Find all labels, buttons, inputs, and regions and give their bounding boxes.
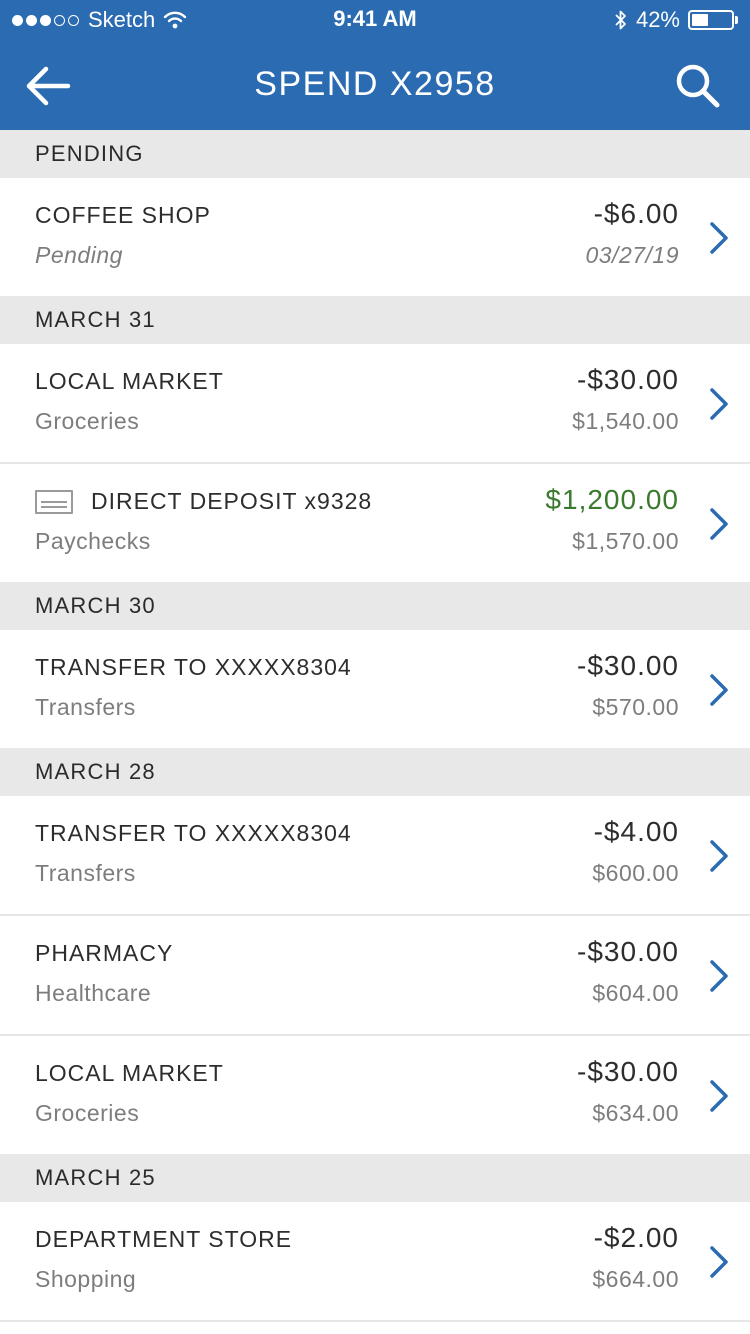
transaction-category: Transfers [35,694,136,720]
chevron-right-icon [710,960,728,992]
page-title: SPEND X2958 [254,65,496,103]
transaction-title: TRANSFER TO XXXXX8304 [35,820,352,846]
transaction-title: LOCAL MARKET [35,368,224,394]
transaction-row[interactable]: DIRECT DEPOSIT x9328 Paychecks $1,200.00… [0,464,750,582]
transaction-row[interactable]: DEPARTMENT STORE Shopping -$2.00 $664.00 [0,1202,750,1322]
section-header: MARCH 31 [0,296,750,344]
running-balance: $1,570.00 [572,528,679,554]
status-bar: Sketch 9:41 AM 42% [0,0,750,40]
section-header: MARCH 25 [0,1154,750,1202]
transaction-title: TRANSFER TO XXXXX8304 [35,654,352,680]
transaction-row[interactable]: TRANSFER TO XXXXX8304 Transfers -$4.00 $… [0,796,750,916]
chevron-right-icon [710,1246,728,1278]
chevron-right-icon [710,840,728,872]
running-balance: $570.00 [592,694,679,720]
chevron-right-icon [710,508,728,540]
section-header: MARCH 28 [0,748,750,796]
running-balance: $1,540.00 [572,408,679,434]
transaction-category: Transfers [35,860,136,886]
transaction-amount: -$30.00 [577,936,679,967]
running-balance: $664.00 [592,1266,679,1292]
battery-percent: 42% [635,7,680,32]
transaction-amount: -$6.00 [593,198,679,229]
transaction-row[interactable]: LOCAL MARKET Groceries -$30.00 $1,540.00 [0,344,750,464]
chevron-right-icon [710,388,728,420]
search-button[interactable] [674,62,722,110]
transaction-title: COFFEE SHOP [35,202,211,228]
section-header: PENDING [0,130,750,178]
section-header: MARCH 30 [0,582,750,630]
transaction-category: Shopping [35,1266,137,1292]
transaction-amount: -$30.00 [577,364,679,395]
status-bar-right: 42% [614,6,738,34]
search-icon [676,64,720,108]
chevron-right-icon [710,222,728,254]
transaction-title: LOCAL MARKET [35,1060,224,1086]
transaction-title: DEPARTMENT STORE [35,1226,293,1252]
running-balance: $600.00 [592,860,679,886]
transaction-category: Pending [35,242,123,268]
transaction-amount: -$30.00 [577,1056,679,1087]
transaction-list: PENDING COFFEE SHOP Pending -$6.00 03/27… [0,130,750,1322]
transaction-amount: $1,200.00 [545,484,679,515]
transaction-category: Groceries [35,1100,140,1126]
bluetooth-icon [615,10,626,30]
chevron-right-icon [710,674,728,706]
transaction-amount: -$4.00 [593,816,679,847]
battery-icon [688,10,734,30]
transaction-title: PHARMACY [35,940,174,966]
nav-bar: SPEND X2958 [0,40,750,130]
transaction-title: DIRECT DEPOSIT x9328 [91,488,373,514]
transaction-amount: -$30.00 [577,650,679,681]
transaction-category: Paychecks [35,528,151,554]
running-balance: $634.00 [592,1100,679,1126]
transaction-row[interactable]: LOCAL MARKET Groceries -$30.00 $634.00 [0,1036,750,1154]
transaction-date: 03/27/19 [585,242,679,268]
running-balance: $604.00 [592,980,679,1006]
transaction-title-wrap: DIRECT DEPOSIT x9328 [35,488,372,515]
transaction-category: Groceries [35,408,140,434]
transaction-row[interactable]: TRANSFER TO XXXXX8304 Transfers -$30.00 … [0,630,750,748]
transaction-row[interactable]: PHARMACY Healthcare -$30.00 $604.00 [0,916,750,1036]
transaction-category: Healthcare [35,980,152,1006]
check-deposit-icon [35,489,73,514]
transaction-amount: -$2.00 [593,1222,679,1253]
chevron-right-icon [710,1080,728,1112]
transaction-row[interactable]: COFFEE SHOP Pending -$6.00 03/27/19 [0,178,750,296]
